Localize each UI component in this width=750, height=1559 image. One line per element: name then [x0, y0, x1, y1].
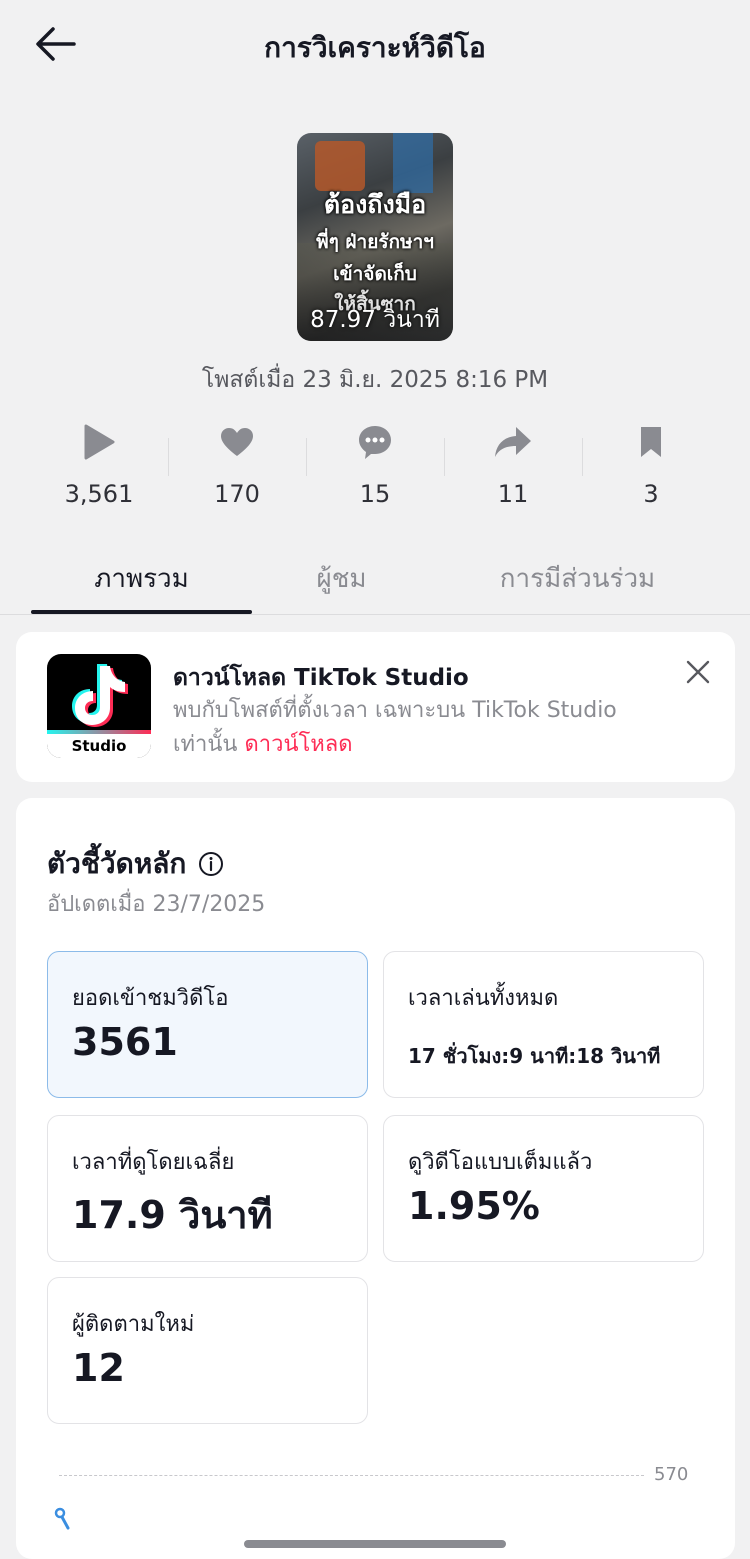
chart-gridline — [59, 1475, 644, 1476]
tiktok-note-icon — [72, 664, 128, 727]
metrics-updated-date: อัปเดตเมื่อ 23/7/2025 — [47, 892, 266, 917]
close-icon — [686, 660, 710, 684]
stats-row: 3,561 170 15 11 3 — [30, 420, 720, 520]
thumbnail-caption: พี่ๆ ฝ่ายรักษาฯ — [316, 231, 434, 253]
play-icon — [84, 424, 115, 460]
thumbnail-caption: ต้องถึงมือ — [323, 190, 427, 219]
bookmark-icon — [641, 427, 661, 457]
tab-audience[interactable]: ผู้ชม — [231, 558, 452, 599]
metric-label: เวลาเล่นทั้งหมด — [408, 986, 559, 1011]
metric-new-followers[interactable]: ผู้ติดตามใหม่ 12 — [47, 1277, 368, 1424]
active-tab-indicator — [31, 610, 252, 614]
tab-bar: ภาพรวม ผู้ชม การมีส่วนร่วม — [0, 548, 750, 615]
chart-data-point — [54, 1507, 70, 1530]
share-icon — [495, 427, 531, 457]
metric-watched-full-video[interactable]: ดูวิดีโอแบบเต็มแล้ว 1.95% — [383, 1115, 704, 1262]
metric-label: เวลาที่ดูโดยเฉลี่ย — [72, 1150, 235, 1175]
metric-label: ผู้ติดตามใหม่ — [72, 1312, 195, 1337]
stat-shares: 11 — [444, 420, 582, 520]
stat-value: 3,561 — [64, 480, 134, 508]
metrics-title: ตัวชี้วัดหลัก — [47, 842, 224, 886]
stat-value: 3 — [643, 480, 659, 508]
page-title: การวิเคราะห์วิดีโอ — [264, 31, 486, 64]
metric-value: 12 — [72, 1346, 125, 1390]
close-button[interactable] — [680, 654, 716, 690]
heart-icon — [221, 428, 253, 456]
thumbnail-scene — [315, 141, 365, 191]
video-duration: 87.97 วินาที — [310, 307, 440, 333]
logo-studio-label: Studio — [47, 730, 151, 758]
tiktok-studio-logo: Studio — [47, 654, 151, 758]
stat-views: 3,561 — [30, 420, 168, 520]
tab-overview[interactable]: ภาพรวม — [31, 558, 252, 599]
metrics-title-text: ตัวชี้วัดหลัก — [47, 847, 187, 880]
info-icon[interactable] — [198, 851, 224, 877]
stat-value: 11 — [497, 480, 529, 508]
thumbnail-scene — [393, 133, 433, 193]
top-bar: การวิเคราะห์วิดีโอ — [0, 0, 750, 90]
stat-comments: 15 — [306, 420, 444, 520]
metric-label: ดูวิดีโอแบบเต็มแล้ว — [408, 1150, 593, 1175]
promo-title: ดาวน์โหลด TikTok Studio — [173, 665, 469, 691]
stat-likes: 170 — [168, 420, 306, 520]
comment-icon — [359, 426, 391, 459]
stat-value: 170 — [214, 480, 260, 508]
home-indicator[interactable] — [244, 1540, 506, 1548]
chart-tick-label: 570 — [654, 1464, 689, 1485]
metric-value: 17.9 วินาที — [72, 1193, 273, 1237]
promo-download-link[interactable]: ดาวน์โหลด — [244, 732, 352, 757]
metric-label: ยอดเข้าชมวิดีโอ — [72, 986, 229, 1011]
metric-value: 17 ชั่วโมง:9 นาที:18 วินาที — [408, 1044, 661, 1068]
stat-value: 15 — [359, 480, 391, 508]
thumbnail-caption: เข้าจัดเก็บ — [333, 263, 417, 285]
metric-value: 1.95% — [408, 1184, 540, 1228]
metric-total-play-time[interactable]: เวลาเล่นทั้งหมด 17 ชั่วโมง:9 นาที:18 วิน… — [383, 951, 704, 1098]
promo-description-text: พบกับโพสต์ที่ตั้งเวลา เฉพาะบน TikTok Stu… — [173, 698, 617, 757]
promo-description: พบกับโพสต์ที่ตั้งเวลา เฉพาะบน TikTok Stu… — [173, 694, 633, 762]
stat-saves: 3 — [582, 420, 720, 520]
key-metrics-card: ตัวชี้วัดหลัก อัปเดตเมื่อ 23/7/2025 ยอดเ… — [16, 798, 735, 1559]
metric-video-views[interactable]: ยอดเข้าชมวิดีโอ 3561 — [47, 951, 368, 1098]
studio-promo-card: Studio ดาวน์โหลด TikTok Studio พบกับโพสต… — [16, 632, 735, 782]
posted-date: โพสต์เมื่อ 23 มิ.ย. 2025 8:16 PM — [201, 367, 549, 393]
metric-average-watch-time[interactable]: เวลาที่ดูโดยเฉลี่ย 17.9 วินาที — [47, 1115, 368, 1262]
metric-value: 3561 — [72, 1020, 178, 1064]
tab-engagement[interactable]: การมีส่วนร่วม — [467, 558, 688, 599]
